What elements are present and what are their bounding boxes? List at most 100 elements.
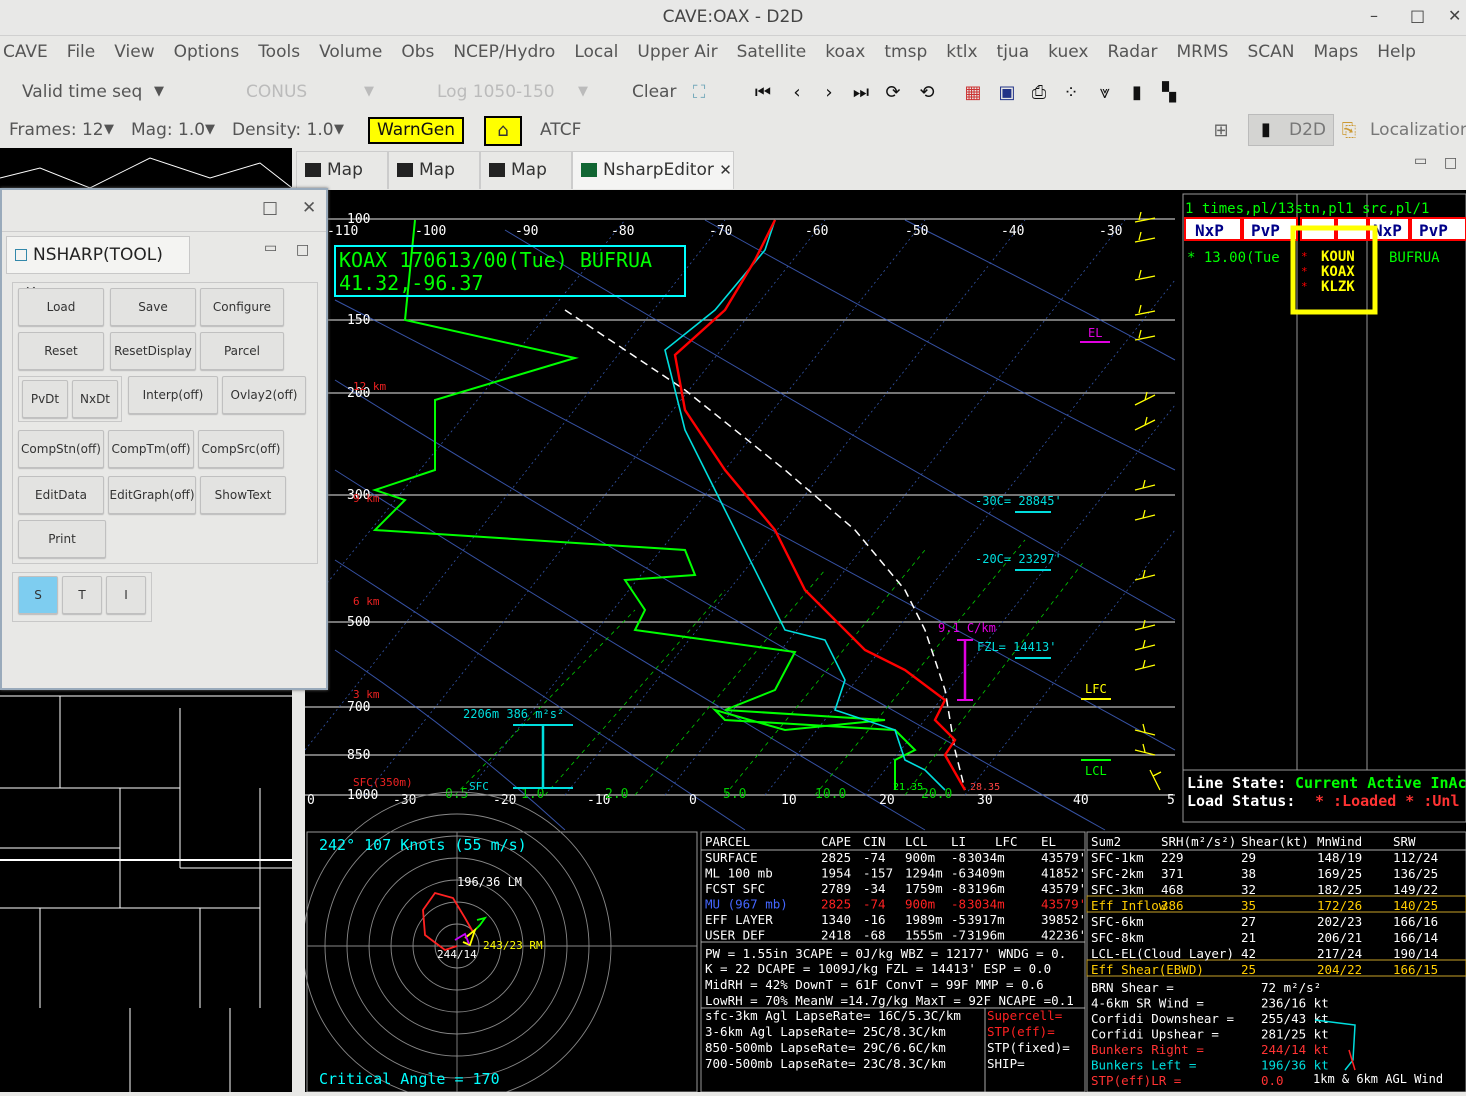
frames-dropdown[interactable]: Frames: 12 bbox=[9, 120, 104, 140]
save-button[interactable]: Save bbox=[110, 288, 196, 326]
atcf-button[interactable]: ATCF bbox=[540, 120, 581, 140]
density-dropdown[interactable]: Density: 1.0 bbox=[232, 120, 334, 140]
mag-dropdown[interactable]: Mag: 1.0 bbox=[131, 120, 205, 140]
menu-koax[interactable]: koax bbox=[825, 42, 865, 62]
valid-time-dropdown[interactable]: Valid time seq bbox=[22, 82, 142, 102]
pane-t-button[interactable]: T bbox=[62, 576, 102, 614]
overlay2-button[interactable]: Ovlay2(off) bbox=[222, 376, 306, 414]
shear-header: Shear(kt) bbox=[1241, 834, 1309, 849]
d2d-perspective-button[interactable]: ▮ D2D bbox=[1248, 114, 1334, 146]
menu-upper-air[interactable]: Upper Air bbox=[637, 42, 717, 62]
menu-scan[interactable]: SCAN bbox=[1247, 42, 1294, 62]
localization-button[interactable]: Localization bbox=[1370, 120, 1466, 140]
minimize-view-icon[interactable]: ▭ bbox=[264, 240, 277, 256]
show-text-button[interactable]: ShowText bbox=[200, 476, 286, 514]
close-icon[interactable]: ✕ bbox=[302, 198, 316, 218]
menu-help[interactable]: Help bbox=[1377, 42, 1416, 62]
menu-local[interactable]: Local bbox=[574, 42, 618, 62]
tab-map-1[interactable]: Map bbox=[296, 151, 388, 189]
clear-button[interactable]: Clear bbox=[632, 82, 676, 102]
chevron-down-icon[interactable]: ▼ bbox=[104, 122, 114, 137]
menu-ktlx[interactable]: ktlx bbox=[946, 42, 977, 62]
chevron-down-icon[interactable]: ▼ bbox=[334, 122, 344, 137]
minimize-button[interactable]: – bbox=[1370, 6, 1378, 25]
menu-obs[interactable]: Obs bbox=[401, 42, 434, 62]
menu-view[interactable]: View bbox=[114, 42, 154, 62]
parcel-cell: 2825 bbox=[821, 897, 851, 912]
menu-satellite[interactable]: Satellite bbox=[737, 42, 807, 62]
last-frame-icon[interactable]: ⏭ bbox=[850, 82, 872, 104]
reset-button[interactable]: Reset bbox=[18, 332, 104, 370]
sample-icon[interactable]: ⁘ bbox=[1060, 82, 1082, 104]
print-button[interactable]: Print bbox=[18, 520, 106, 558]
conus-dropdown[interactable]: CONUS bbox=[246, 82, 307, 102]
print-icon[interactable]: ⎙ bbox=[1028, 82, 1050, 104]
menu-tjua[interactable]: tjua bbox=[997, 42, 1030, 62]
menu-options[interactable]: Options bbox=[174, 42, 240, 62]
image-combine-icon[interactable]: ▣ bbox=[996, 82, 1018, 104]
line-state-label: Line State: bbox=[1187, 774, 1286, 792]
hodo-rm: 243/23 RM bbox=[483, 939, 543, 952]
fullscreen-icon[interactable]: ⛶ bbox=[688, 82, 710, 104]
minimize-editor-icon[interactable]: ▭ bbox=[1414, 153, 1427, 169]
chevron-down-icon[interactable]: ▼ bbox=[578, 84, 588, 99]
next-date-button[interactable]: NxDt bbox=[72, 380, 118, 418]
menu-mrms[interactable]: MRMS bbox=[1177, 42, 1229, 62]
chevron-down-icon[interactable]: ▼ bbox=[364, 84, 374, 99]
reset-display-button[interactable]: ResetDisplay bbox=[110, 332, 196, 370]
tab-map-2[interactable]: Map bbox=[388, 151, 480, 189]
nsharp-editor-canvas[interactable]: KOAX 170613/00(Tue) BUFRUA 41.32,-96.37 … bbox=[302, 190, 1466, 1096]
pane-i-button[interactable]: I bbox=[106, 576, 146, 614]
menu-ncep-hydro[interactable]: NCEP/Hydro bbox=[453, 42, 555, 62]
menu-cave[interactable]: CAVE bbox=[3, 42, 48, 62]
menu-radar[interactable]: Radar bbox=[1107, 42, 1157, 62]
pane-s-button[interactable]: S bbox=[18, 576, 58, 614]
parcel-header: CAPE bbox=[821, 834, 851, 849]
prev-date-button[interactable]: PvDt bbox=[22, 380, 68, 418]
localization-icon[interactable]: ⎘ bbox=[1338, 120, 1360, 142]
home-icon[interactable]: ⌂ bbox=[484, 116, 522, 146]
compare-time-button[interactable]: CompTm(off) bbox=[108, 430, 194, 468]
next-frame-icon[interactable]: › bbox=[818, 82, 840, 104]
log-dropdown[interactable]: Log 1050-150 bbox=[437, 82, 555, 102]
compare-source-button[interactable]: CompSrc(off) bbox=[198, 430, 284, 468]
menu-tmsp[interactable]: tmsp bbox=[884, 42, 927, 62]
maximize-button[interactable]: □ bbox=[1410, 6, 1425, 25]
load-status-value: * :Loaded * :Unl bbox=[1315, 792, 1460, 810]
close-button[interactable]: ✕ bbox=[1448, 6, 1461, 25]
nsharp-display[interactable]: KOAX 170613/00(Tue) BUFRUA 41.32,-96.37 … bbox=[302, 190, 1466, 1096]
close-icon[interactable]: ✕ bbox=[719, 161, 732, 179]
maximize-view-icon[interactable]: □ bbox=[296, 242, 309, 258]
menu-file[interactable]: File bbox=[67, 42, 95, 62]
warngen-button[interactable]: WarnGen bbox=[368, 117, 464, 144]
layout-4-icon[interactable]: ▚ bbox=[1158, 82, 1180, 104]
tab-nsharp-editor[interactable]: NsharpEditor ✕ bbox=[572, 151, 734, 189]
load-button[interactable]: Load bbox=[18, 288, 104, 326]
prev-frame-icon[interactable]: ‹ bbox=[786, 82, 808, 104]
loop-properties-icon[interactable]: ⟲ bbox=[916, 82, 938, 104]
menu-maps[interactable]: Maps bbox=[1313, 42, 1358, 62]
tab-nsharp-tool[interactable]: NSHARP(TOOL) ✕ bbox=[6, 236, 190, 300]
maximize-icon[interactable]: □ bbox=[262, 198, 278, 218]
menu-tools[interactable]: Tools bbox=[258, 42, 300, 62]
distance-icon[interactable]: ⩔ bbox=[1094, 82, 1116, 104]
edit-graph-button[interactable]: EditGraph(off) bbox=[108, 476, 196, 514]
image-properties-icon[interactable]: ▦ bbox=[962, 82, 984, 104]
menu-volume[interactable]: Volume bbox=[319, 42, 382, 62]
maximize-editor-icon[interactable]: □ bbox=[1444, 155, 1457, 171]
configure-button[interactable]: Configure bbox=[200, 288, 284, 326]
layout-1-icon[interactable]: ▮ bbox=[1126, 82, 1148, 104]
edit-data-button[interactable]: EditData bbox=[18, 476, 104, 514]
first-frame-icon[interactable]: ⏮ bbox=[752, 82, 774, 104]
chevron-down-icon[interactable]: ▼ bbox=[154, 84, 164, 99]
tab-map-3[interactable]: Map bbox=[480, 151, 572, 189]
compare-station-button[interactable]: CompStn(off) bbox=[18, 430, 104, 468]
parcel-button[interactable]: Parcel bbox=[200, 332, 284, 370]
lapse-line: sfc-3km Agl LapseRate= 16C/5.3C/km bbox=[705, 1008, 961, 1023]
loop-icon[interactable]: ⟳ bbox=[882, 82, 904, 104]
parcel-cell: -5 bbox=[951, 912, 966, 927]
menu-kuex[interactable]: kuex bbox=[1048, 42, 1088, 62]
perspective-icon[interactable]: ⊞ bbox=[1210, 120, 1232, 142]
interp-button[interactable]: Interp(off) bbox=[128, 376, 218, 414]
chevron-down-icon[interactable]: ▼ bbox=[205, 122, 215, 137]
